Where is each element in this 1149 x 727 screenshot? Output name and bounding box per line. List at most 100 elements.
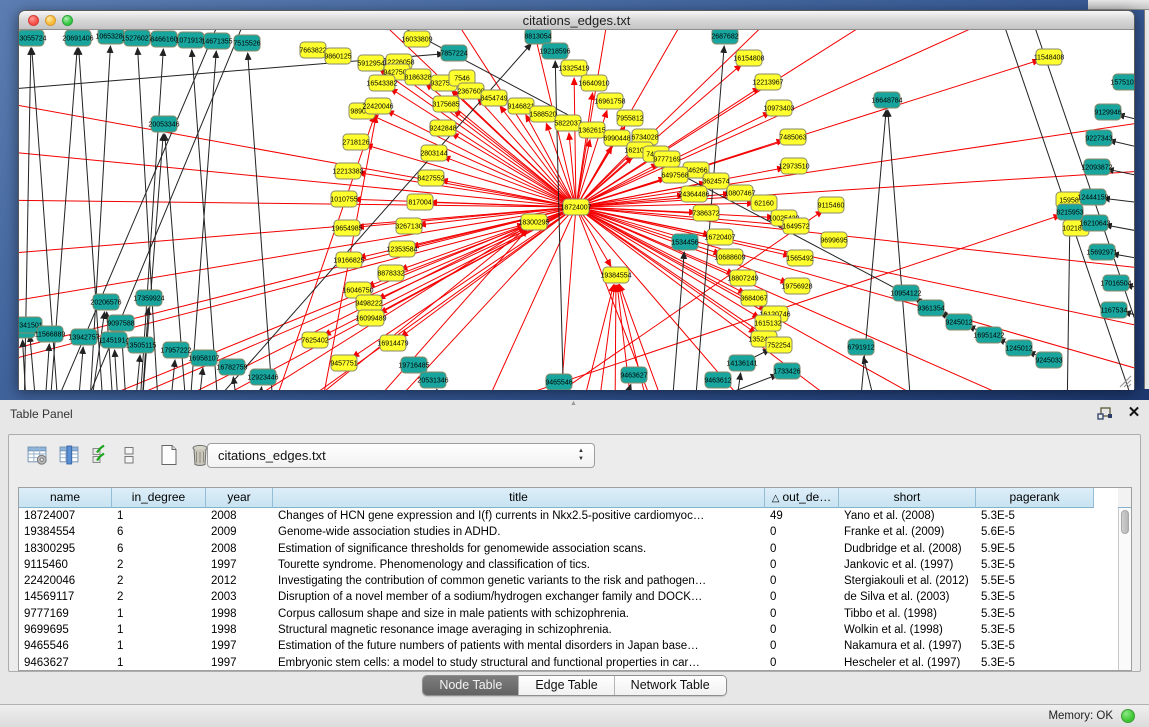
graph-node[interactable]: 6791912 <box>847 339 874 355</box>
graph-node[interactable]: 9129946 <box>1094 104 1121 120</box>
graph-node[interactable]: 1565492 <box>786 250 813 266</box>
graph-node[interactable]: 15692971 <box>1086 244 1117 260</box>
graph-node[interactable]: 9245012 <box>945 314 972 330</box>
graph-node[interactable]: 16210643 <box>1079 215 1110 231</box>
graph-node[interactable]: 12923446 <box>247 369 278 385</box>
graph-node[interactable]: 14136141 <box>726 355 757 371</box>
graph-node[interactable]: 3267130 <box>395 218 422 234</box>
graph-node[interactable]: 7386372 <box>692 205 719 221</box>
scrollbar-thumb[interactable] <box>1121 510 1129 534</box>
graph-node[interactable]: 8466160 <box>150 31 177 47</box>
graph-node[interactable]: 19756928 <box>781 278 812 294</box>
graph-node[interactable]: 10973403 <box>763 100 794 116</box>
graph-node[interactable]: 7663822 <box>299 42 326 58</box>
column-header-name[interactable]: name <box>19 488 112 508</box>
graph-node[interactable]: 19384554 <box>600 267 631 283</box>
table-selector-dropdown[interactable]: citations_edges.txt ▲▼ <box>207 443 595 468</box>
graph-node[interactable]: 9115460 <box>818 197 845 213</box>
graph-node[interactable]: 15751074 <box>1110 74 1134 90</box>
graph-node[interactable]: 16961758 <box>594 93 625 109</box>
column-header-year[interactable]: year <box>206 488 273 508</box>
graph-node[interactable]: 16154808 <box>733 50 764 66</box>
graph-node[interactable]: 1733426 <box>773 363 800 379</box>
graph-node[interactable]: 14671355 <box>201 33 232 49</box>
table-row[interactable]: 946554611997Estimation of the future num… <box>19 638 1120 654</box>
graph-node[interactable]: 3624574 <box>702 173 729 189</box>
graph-node[interactable]: 20053346 <box>148 116 179 132</box>
graph-node[interactable]: 22420046 <box>362 98 393 114</box>
graph-node[interactable]: 1534456 <box>671 234 698 250</box>
graph-node[interactable]: 9245033 <box>1035 352 1062 368</box>
column-header-out-de-[interactable]: △out_de… <box>765 488 839 508</box>
graph-node[interactable]: 18724007 <box>560 199 591 215</box>
graph-node[interactable]: 6990448 <box>603 130 630 146</box>
graph-node[interactable]: 13505115 <box>126 337 157 353</box>
graph-node[interactable]: 7857224 <box>440 45 467 61</box>
graph-node[interactable]: 9777169 <box>653 151 680 167</box>
graph-node[interactable]: 12213383 <box>332 163 363 179</box>
graph-node[interactable]: 16648784 <box>871 92 902 108</box>
graph-node[interactable]: 1010755 <box>330 191 357 207</box>
tab-edge-table[interactable]: Edge Table <box>519 676 614 695</box>
vertical-scrollbar[interactable] <box>1118 508 1131 670</box>
graph-node[interactable]: 9242848 <box>429 120 456 136</box>
graph-node[interactable]: 8878332 <box>377 265 404 281</box>
graph-node[interactable]: 12444159 <box>1077 189 1108 205</box>
graph-node[interactable]: 19716485 <box>398 357 429 373</box>
graph-node[interactable]: 8813054 <box>524 30 551 44</box>
graph-node[interactable]: 3175685 <box>432 96 459 112</box>
graph-node[interactable]: 16543382 <box>366 75 397 91</box>
table-row[interactable]: 1938455462009Genome-wide association stu… <box>19 524 1120 540</box>
graph-node[interactable]: 8186328 <box>404 69 431 85</box>
graph-node[interactable]: 18300295 <box>518 214 549 230</box>
graph-node[interactable]: 24364486 <box>678 186 709 202</box>
citation-graph[interactable]: 2305572420691406106532871527602784661601… <box>19 30 1134 390</box>
graph-node[interactable]: 9463627 <box>620 367 647 383</box>
new-column-button[interactable] <box>156 443 182 471</box>
graph-node[interactable]: 8215953 <box>1056 204 1083 220</box>
graph-node[interactable]: 9361354 <box>917 300 944 316</box>
graph-node[interactable]: 7485063 <box>779 129 806 145</box>
column-header-short[interactable]: short <box>839 488 976 508</box>
graph-node[interactable]: 20531346 <box>417 372 448 388</box>
graph-node[interactable]: 17359924 <box>133 290 164 306</box>
graph-node[interactable]: 17957222 <box>160 342 191 358</box>
graph-node[interactable]: 10954122 <box>890 285 921 301</box>
graph-node[interactable]: 11548408 <box>1034 49 1065 65</box>
close-panel-icon[interactable]: ✕ <box>1125 404 1143 422</box>
graph-node[interactable]: 11566889 <box>35 326 66 342</box>
graph-node[interactable]: 2687682 <box>711 30 738 44</box>
graph-node[interactable]: 9457751 <box>330 355 357 371</box>
graph-node[interactable]: 8454749 <box>480 90 507 106</box>
graph-node[interactable]: 752254 <box>766 337 792 353</box>
graph-node[interactable]: 16720407 <box>704 229 735 245</box>
graph-node[interactable]: 20691406 <box>62 30 93 46</box>
graph-node[interactable]: 6497568 <box>661 167 688 183</box>
network-window-titlebar[interactable]: citations_edges.txt <box>19 11 1134 30</box>
graph-node[interactable]: 16951422 <box>973 327 1004 343</box>
graph-node[interactable]: 5912954 <box>357 55 384 71</box>
graph-node[interactable]: 12353584 <box>386 241 417 257</box>
graph-node[interactable]: 19654985 <box>331 220 362 236</box>
graph-node[interactable]: 12973510 <box>778 158 809 174</box>
graph-node[interactable]: 18807249 <box>727 270 758 286</box>
graph-node[interactable]: 12213967 <box>752 74 783 90</box>
graph-node[interactable]: 10688609 <box>714 249 745 265</box>
table-row[interactable]: 977716911998Corpus callosum shape and si… <box>19 606 1120 622</box>
graph-node[interactable]: 3684067 <box>740 290 767 306</box>
graph-node[interactable]: 9463612 <box>704 372 731 388</box>
graph-node[interactable]: 16640910 <box>578 75 609 91</box>
select-columns-button[interactable] <box>56 443 82 471</box>
graph-node[interactable]: 817004 <box>407 194 433 210</box>
row-select-checks-button[interactable] <box>88 443 114 471</box>
graph-node[interactable]: 13942757 <box>68 329 99 345</box>
graph-node[interactable]: 19166825 <box>333 252 364 268</box>
graph-node[interactable]: 2718126 <box>342 134 369 150</box>
graph-node[interactable]: 12093872 <box>1081 159 1112 175</box>
graph-node[interactable]: 23055724 <box>19 30 47 46</box>
graph-node[interactable]: 20206576 <box>90 294 121 310</box>
graph-node[interactable]: 1588520 <box>529 106 556 122</box>
graph-node[interactable]: 7625402 <box>301 332 328 348</box>
column-header-in-degree[interactable]: in_degree <box>112 488 206 508</box>
table-row[interactable]: 1830029562008Estimation of significance … <box>19 541 1120 557</box>
